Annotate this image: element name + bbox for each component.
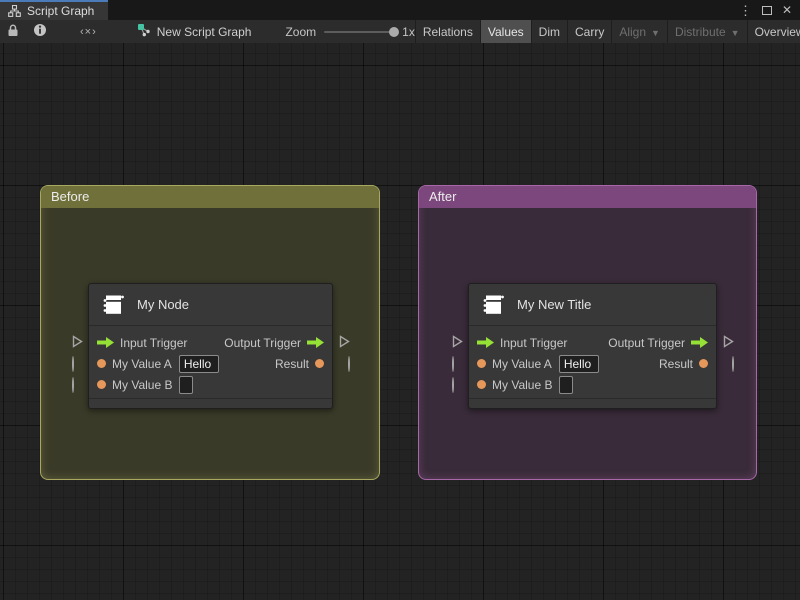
info-button[interactable] [26,20,54,43]
result-outer-port[interactable] [732,355,734,372]
value-b-label: My Value B [112,377,173,392]
value-a-label: My Value A [112,356,172,371]
graph-nodes-icon [137,23,151,40]
value-b-label: My Value B [492,377,553,392]
result-label: Result [274,356,309,371]
output-trigger-outer-port[interactable] [339,334,350,351]
input-trigger-label: Input Trigger [120,335,188,350]
input-trigger-outer-port[interactable] [72,334,83,351]
hierarchy-icon [8,5,21,17]
window-menu-icon[interactable]: ⋮ [739,4,752,17]
code-view-button[interactable]: ‹×› [54,20,123,43]
distribute-dropdown[interactable]: Distribute ▼ [668,20,747,43]
graph-toolbar: ‹×› New Script Graph Zoom 1x Relations V… [0,20,800,43]
script-graph-window: Script Graph ⋮ ✕ ‹×› New Script Graph Zo… [0,0,800,600]
zoom-slider-handle[interactable] [389,26,400,37]
dim-toggle[interactable]: Dim [532,20,567,43]
graph-canvas[interactable]: Before After My Node Input Trigger Outpu… [0,43,800,600]
zoom-control: Zoom 1x [261,20,414,43]
carry-toggle[interactable]: Carry [568,20,611,43]
value-b-input[interactable] [179,375,194,394]
output-trigger-label: Output Trigger [608,335,685,350]
node-title: My New Title [517,297,592,312]
result-outer-port[interactable] [348,355,350,372]
graph-name-label: New Script Graph [156,24,252,39]
unit-icon [101,292,126,317]
unit-icon [481,292,506,317]
lock-icon [7,24,19,40]
info-icon [33,23,47,40]
value-b-outer-port[interactable] [452,376,454,393]
value-port-icon[interactable] [97,380,106,389]
value-a-label: My Value A [492,356,552,371]
port-row-value-a: My Value A Result [452,353,734,374]
flow-arrow-icon[interactable] [97,337,114,348]
maximize-icon[interactable] [761,5,772,15]
input-trigger-outer-port[interactable] [452,334,463,351]
chevron-down-icon: ▼ [730,27,740,38]
port-row-trigger: Input Trigger Output Trigger [72,332,350,353]
result-label: Result [658,356,693,371]
node-header[interactable]: My Node [89,284,332,326]
lock-button[interactable] [0,20,26,43]
zoom-slider[interactable] [324,26,400,37]
zoom-value: 1x [402,24,415,39]
flow-arrow-icon[interactable] [691,337,708,348]
toolbar-toggles: Relations Values Dim Carry Align ▼ Distr… [414,20,800,43]
flow-arrow-icon[interactable] [307,337,324,348]
group-before-header[interactable]: Before [41,186,379,208]
node-header[interactable]: My New Title [469,284,716,326]
port-row-value-b: My Value B [452,374,716,395]
distribute-label: Distribute [674,24,726,39]
port-row-value-a: My Value A Result [72,353,350,374]
flow-arrow-icon[interactable] [477,337,494,348]
value-port-icon[interactable] [315,359,324,368]
output-trigger-outer-port[interactable] [723,334,734,351]
output-trigger-label: Output Trigger [224,335,301,350]
port-row-value-b: My Value B [72,374,332,395]
window-controls: ⋮ ✕ [739,0,800,20]
group-after-header[interactable]: After [419,186,756,208]
close-icon[interactable]: ✕ [782,4,792,16]
node-footer [469,398,716,408]
value-b-input[interactable] [559,375,574,394]
graph-asset-button[interactable]: New Script Graph [127,20,262,43]
input-trigger-label: Input Trigger [500,335,568,350]
value-a-input[interactable] [178,354,219,373]
align-dropdown[interactable]: Align ▼ [612,20,667,43]
node-my-new-title[interactable]: My New Title Input Trigger Output Trigge… [452,283,734,409]
value-port-icon[interactable] [699,359,708,368]
zoom-label: Zoom [285,24,317,39]
node-my-node[interactable]: My Node Input Trigger Output Trigger My … [72,283,350,409]
node-body: Input Trigger Output Trigger My Value A … [452,326,734,395]
value-port-icon[interactable] [477,380,486,389]
align-label: Align [619,24,647,39]
code-icon: ‹×› [80,25,97,38]
values-toggle[interactable]: Values [480,20,531,43]
tab-bar: Script Graph ⋮ ✕ [0,0,800,20]
value-a-outer-port[interactable] [452,355,454,372]
tab-title: Script Graph [27,4,95,18]
chevron-down-icon: ▼ [651,27,660,38]
value-a-outer-port[interactable] [72,355,74,372]
overview-button[interactable]: Overview [748,20,800,43]
value-a-input[interactable] [558,354,599,373]
tab-script-graph[interactable]: Script Graph [0,0,109,20]
node-title: My Node [137,297,190,312]
value-port-icon[interactable] [477,359,486,368]
node-footer [89,398,332,408]
value-port-icon[interactable] [97,359,106,368]
port-row-trigger: Input Trigger Output Trigger [452,332,734,353]
relations-toggle[interactable]: Relations [416,20,480,43]
node-body: Input Trigger Output Trigger My Value A … [72,326,350,395]
value-b-outer-port[interactable] [72,376,74,393]
